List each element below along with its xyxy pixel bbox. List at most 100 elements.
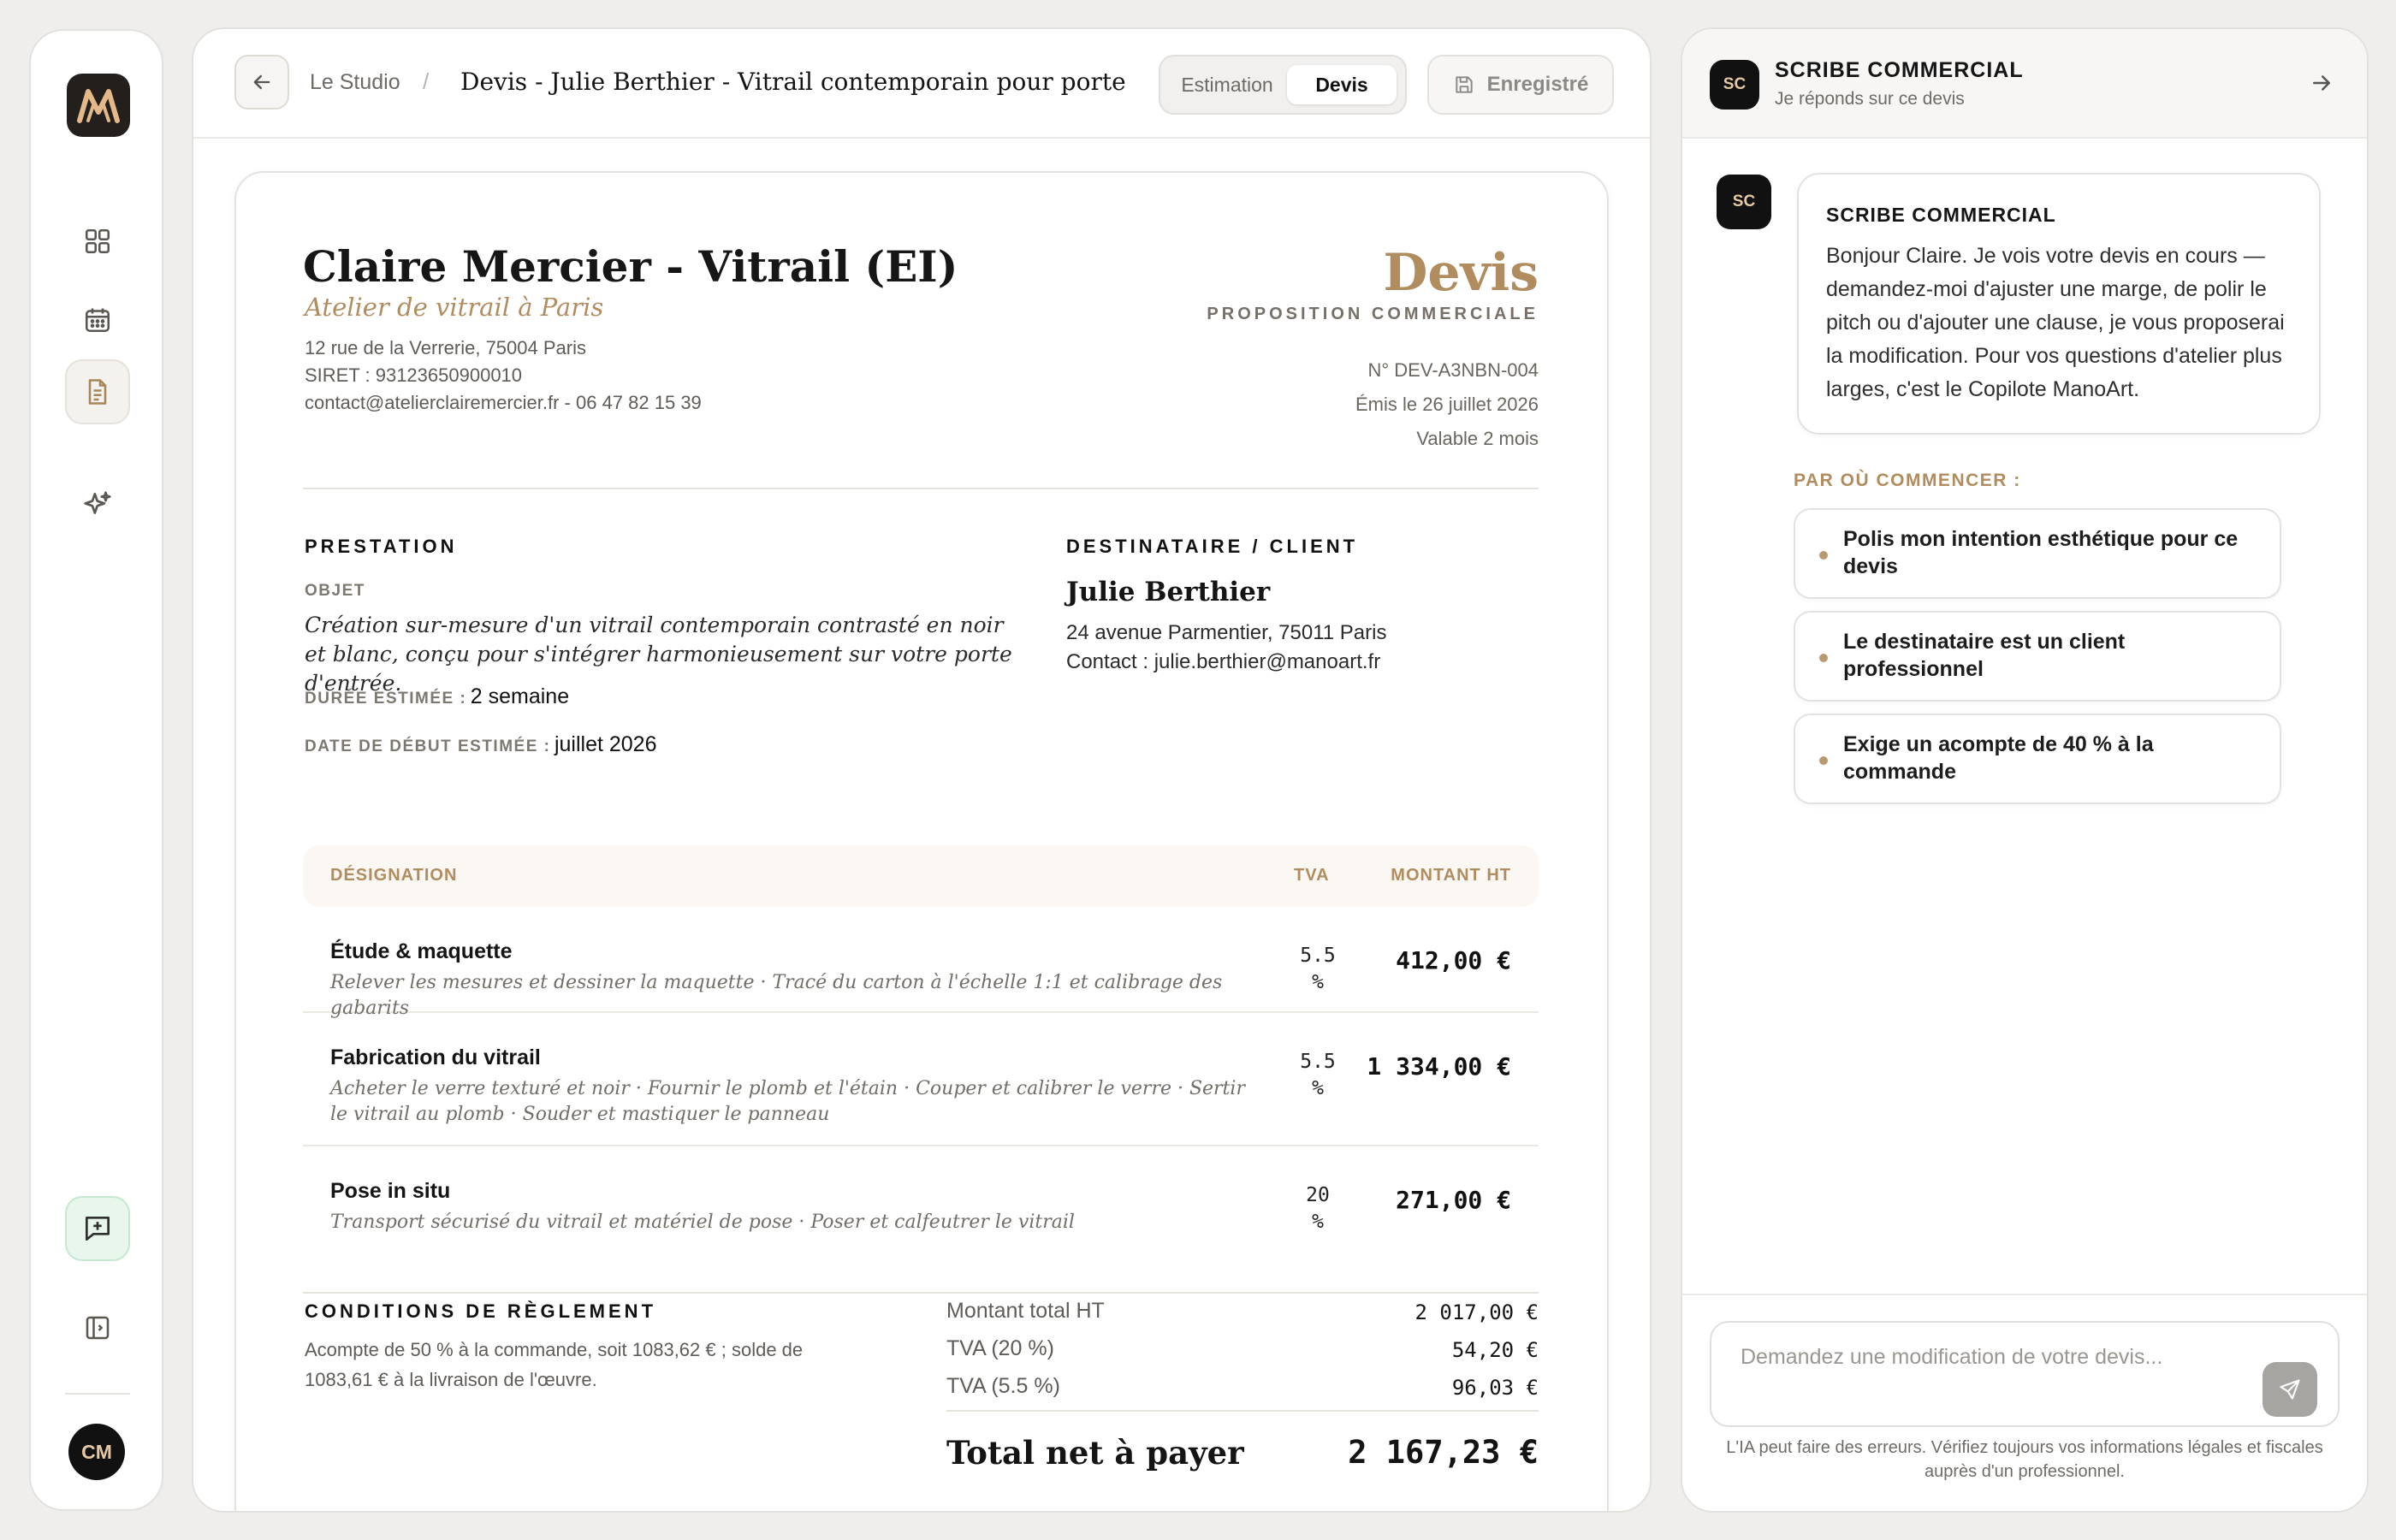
app-logo[interactable] [67, 74, 130, 137]
tva-20-value: 54,20 € [1451, 1338, 1539, 1362]
starters-label: PAR OÙ COMMENCER : [1794, 471, 2021, 490]
starter-suggestion[interactable]: Exige un acompte de 40 % à la commande [1794, 714, 2281, 804]
manoart-logo-icon [77, 89, 120, 123]
quote-number: N° DEV-A3NBN-004 [1367, 359, 1539, 381]
message-author: SCRIBE COMMERCIAL [1826, 204, 2056, 226]
duration-field: DURÉE ESTIMÉE : 2 semaine [305, 684, 569, 709]
start-date-label: DATE DE DÉBUT ESTIMÉE : [305, 737, 551, 755]
company-siret: SIRET : 93123650900010 [305, 364, 523, 386]
divider [303, 488, 1539, 489]
line-amount: 271,00 € [1396, 1186, 1511, 1214]
send-button[interactable] [2263, 1362, 2317, 1417]
issue-date: Émis le 26 juillet 2026 [1355, 394, 1539, 415]
starter-text: Polis mon intention esthétique pour ce d… [1843, 527, 2239, 578]
client-address: 24 avenue Parmentier, 75011 Paris [1066, 621, 1387, 644]
starter-text: Le destinataire est un client profession… [1843, 630, 2126, 681]
sparkle-icon [84, 491, 111, 514]
collapse-sidebar-button[interactable] [65, 1295, 130, 1360]
new-chat-button[interactable] [65, 1196, 130, 1261]
table-row[interactable]: Pose in situ Transport sécurisé du vitra… [303, 1146, 1539, 1253]
calendar-icon [85, 308, 110, 333]
divider [303, 1292, 1539, 1294]
line-tva: 5.5 % [1290, 1049, 1345, 1102]
document-subtitle: PROPOSITION COMMERCIALE [1207, 305, 1539, 323]
total-ht-value: 2 017,00 € [1414, 1300, 1539, 1324]
user-avatar[interactable]: CM [68, 1424, 125, 1480]
nav-quotes[interactable] [65, 359, 130, 424]
tva-55-value: 96,03 € [1451, 1376, 1539, 1400]
chat-composer [1710, 1321, 2340, 1427]
assistant-header: SC SCRIBE COMMERCIAL Je réponds sur ce d… [1682, 29, 2367, 139]
send-icon [2280, 1379, 2300, 1400]
tab-estimation[interactable]: Estimation [1172, 65, 1282, 104]
line-amount: 412,00 € [1396, 946, 1511, 974]
line-description: Transport sécurisé du vitrail et matérie… [330, 1211, 1075, 1233]
tva-55-label: TVA (5.5 %) [946, 1374, 1060, 1398]
start-date-value: juillet 2026 [554, 732, 657, 756]
prestation-heading: PRESTATION [305, 536, 458, 557]
client-contact: Contact : julie.berthier@manoart.fr [1066, 650, 1381, 673]
tva-20-label: TVA (20 %) [946, 1336, 1054, 1360]
save-status-button[interactable]: Enregistré [1427, 55, 1614, 115]
arrow-right-icon [2313, 75, 2330, 91]
sidebar-divider [65, 1393, 130, 1395]
nav-ai[interactable] [65, 472, 130, 537]
bullet-icon [1819, 654, 1828, 662]
starter-text: Exige un acompte de 40 % à la commande [1843, 732, 2154, 784]
table-header: DÉSIGNATION TVA MONTANT HT [303, 845, 1539, 907]
bullet-icon [1819, 551, 1828, 560]
line-amount: 1 334,00 € [1367, 1052, 1511, 1081]
sidebar: CM [29, 29, 163, 1511]
breadcrumb-separator: / [423, 68, 430, 94]
line-tva-rate: 20 [1306, 1184, 1330, 1206]
duration-label: DURÉE ESTIMÉE : [305, 690, 467, 708]
quote-editor: Le Studio / Devis - Julie Berthier - Vit… [192, 27, 1652, 1513]
nav-calendar[interactable] [65, 287, 130, 352]
table-row[interactable]: Étude & maquette Relever les mesures et … [303, 907, 1539, 1019]
starter-suggestion[interactable]: Le destinataire est un client profession… [1794, 611, 2281, 702]
line-tva-rate: 5.5 [1300, 945, 1336, 967]
assistant-message: SCRIBE COMMERCIAL Bonjour Claire. Je voi… [1797, 173, 2321, 435]
conditions-text: Acompte de 50 % à la commande, soit 1083… [305, 1339, 804, 1390]
column-designation: DÉSIGNATION [330, 866, 458, 885]
message-text: Bonjour Claire. Je vois votre devis en c… [1826, 244, 2285, 401]
assistant-badge: SC [1710, 60, 1759, 110]
line-title: Fabrication du vitrail [330, 1045, 541, 1069]
sidebar-toggle-icon [86, 1316, 110, 1340]
totals-divider [946, 1410, 1539, 1412]
line-tva-unit: % [1312, 1211, 1324, 1233]
line-tva-unit: % [1312, 1077, 1324, 1099]
line-title: Pose in situ [330, 1179, 451, 1203]
close-panel-button[interactable] [2309, 70, 2334, 96]
assistant-subtitle: Je réponds sur ce devis [1775, 89, 1965, 109]
back-button[interactable] [234, 55, 289, 110]
line-description: Acheter le verre texturé et noir · Fourn… [330, 1078, 1245, 1125]
total-ht-label: Montant total HT [946, 1299, 1105, 1323]
starter-suggestion[interactable]: Polis mon intention esthétique pour ce d… [1794, 508, 2281, 599]
quote-document: Claire Mercier - Vitrail (EI) Atelier de… [234, 171, 1609, 1511]
breadcrumb-current: Devis - Julie Berthier - Vitrail contemp… [460, 68, 1126, 96]
line-tva: 5.5 % [1290, 943, 1345, 996]
line-tva-rate: 5.5 [1300, 1051, 1336, 1073]
objet-label: OBJET [305, 582, 365, 600]
tab-devis[interactable]: Devis [1287, 65, 1397, 104]
ai-disclaimer: L'IA peut faire des erreurs. Vérifiez to… [1726, 1438, 2323, 1481]
company-contact: contact@atelierclairemercier.fr - 06 47 … [305, 392, 702, 413]
grid-icon [85, 228, 110, 254]
chat-input[interactable] [1741, 1345, 2254, 1370]
save-icon [1455, 76, 1473, 93]
assistant-panel: SC SCRIBE COMMERCIAL Je réponds sur ce d… [1681, 27, 2369, 1513]
composer-divider [1682, 1294, 2367, 1295]
grand-total-value: 2 167,23 € [1348, 1434, 1539, 1471]
arrow-left-icon [253, 74, 270, 90]
document-title: Devis [1383, 243, 1539, 303]
breadcrumb-parent[interactable]: Le Studio [310, 70, 400, 95]
grand-total-label: Total net à payer [946, 1434, 1244, 1472]
table-row[interactable]: Fabrication du vitrail Acheter le verre … [303, 1013, 1539, 1146]
column-tva: TVA [1294, 866, 1330, 885]
company-tagline: Atelier de vitrail à Paris [305, 293, 604, 322]
message-avatar: SC [1717, 175, 1771, 229]
top-bar: Le Studio / Devis - Julie Berthier - Vit… [193, 29, 1650, 139]
nav-dashboard[interactable] [65, 209, 130, 274]
view-switch: Estimation Devis [1159, 55, 1407, 115]
